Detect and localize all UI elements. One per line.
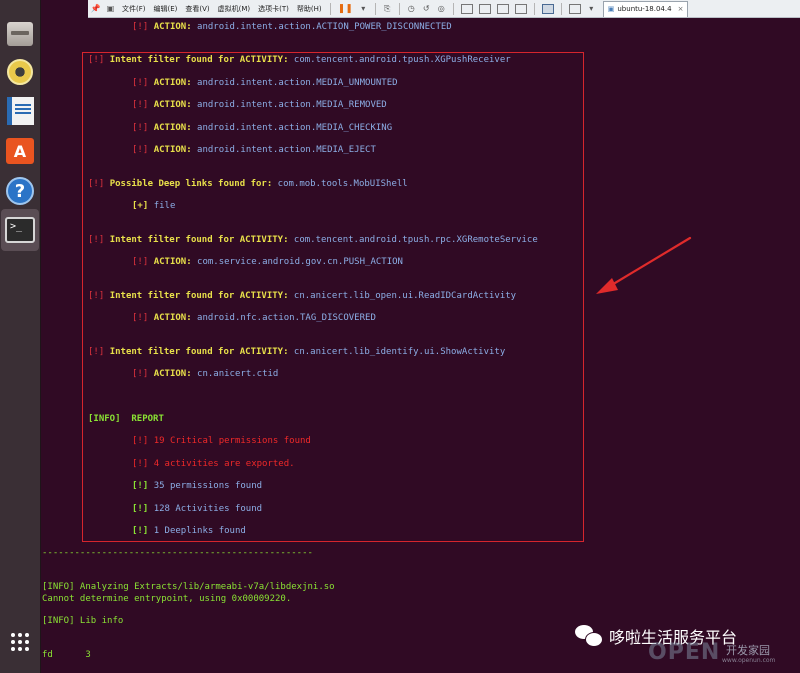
fullscreen-icon[interactable]	[496, 3, 509, 14]
launcher-help-button[interactable]: ?	[4, 175, 36, 207]
stretch-dropdown-icon[interactable]: ▾	[586, 3, 597, 14]
vm-home-icon[interactable]: ▣	[105, 3, 116, 14]
launcher-files-button[interactable]	[4, 18, 36, 50]
launcher-rhythmbox-button[interactable]	[4, 56, 36, 88]
pause-icon[interactable]: ❚❚	[338, 4, 353, 14]
vm-tab-icon: ▣	[607, 5, 615, 13]
writer-icon	[6, 97, 34, 125]
dropdown-icon[interactable]: ▾	[358, 3, 369, 14]
open-logo-url: www.openun.com	[722, 657, 776, 664]
launcher-software-button[interactable]: A	[4, 135, 36, 167]
terminal-line: fd 3	[42, 650, 91, 660]
menu-help[interactable]: 帮助(H)	[297, 4, 322, 14]
stretch-icon[interactable]	[568, 3, 581, 14]
console-view-icon[interactable]	[541, 3, 554, 14]
menu-file[interactable]: 文件(F)	[122, 4, 146, 14]
wechat-icon	[575, 625, 603, 647]
tab-ubuntu[interactable]: ▣ ubuntu-18.04.4 ×	[602, 0, 689, 17]
menu-edit[interactable]: 编辑(E)	[154, 4, 178, 14]
software-store-icon: A	[6, 138, 34, 164]
snapshot-manager-icon[interactable]: ◎	[436, 3, 447, 14]
tab-ubuntu-label: ubuntu-18.04.4	[617, 5, 672, 13]
show-applications-button[interactable]	[4, 626, 36, 658]
help-icon: ?	[6, 177, 34, 205]
ubuntu-launcher: A ? >_	[0, 0, 41, 673]
launcher-writer-button[interactable]	[4, 95, 36, 127]
menu-vm[interactable]: 虚拟机(M)	[218, 4, 251, 14]
apps-grid-icon	[9, 631, 31, 653]
annotation-arrow	[596, 236, 692, 294]
snapshot-icon[interactable]: ◷	[406, 3, 417, 14]
files-icon	[7, 22, 33, 46]
terminal-line: Cannot determine entrypoint, using 0x000…	[42, 594, 292, 604]
menu-view[interactable]: 查看(V)	[185, 4, 209, 14]
highlight-box	[82, 52, 584, 542]
terminal-icon: >_	[5, 217, 35, 243]
unity-icon[interactable]	[514, 3, 527, 14]
terminal-line: [INFO] Lib info	[42, 616, 124, 626]
launcher-terminal-button[interactable]: >_	[1, 209, 39, 251]
menu-tabs[interactable]: 选项卡(T)	[258, 4, 289, 14]
terminal-line: [!] ACTION: android.intent.action.ACTION…	[132, 22, 452, 32]
music-icon	[7, 59, 33, 85]
pin-icon[interactable]: 📌	[90, 3, 101, 14]
send-keys-icon[interactable]: ⎘	[382, 3, 393, 14]
split-view-icon[interactable]	[478, 3, 491, 14]
open-logo-subtitle: 开发家园	[726, 644, 770, 657]
tab-close-icon[interactable]: ×	[678, 5, 684, 13]
vmware-toolbar: 📌 ▣ 文件(F) 编辑(E) 查看(V) 虚拟机(M) 选项卡(T) 帮助(H…	[88, 0, 800, 18]
library-view-icon[interactable]	[460, 3, 473, 14]
open-logo: OPEN	[648, 640, 721, 665]
revert-snapshot-icon[interactable]: ↺	[421, 3, 432, 14]
separator-line: ----------------------------------------…	[42, 548, 313, 558]
terminal-line: [INFO] Analyzing Extracts/lib/armeabi-v7…	[42, 582, 335, 592]
